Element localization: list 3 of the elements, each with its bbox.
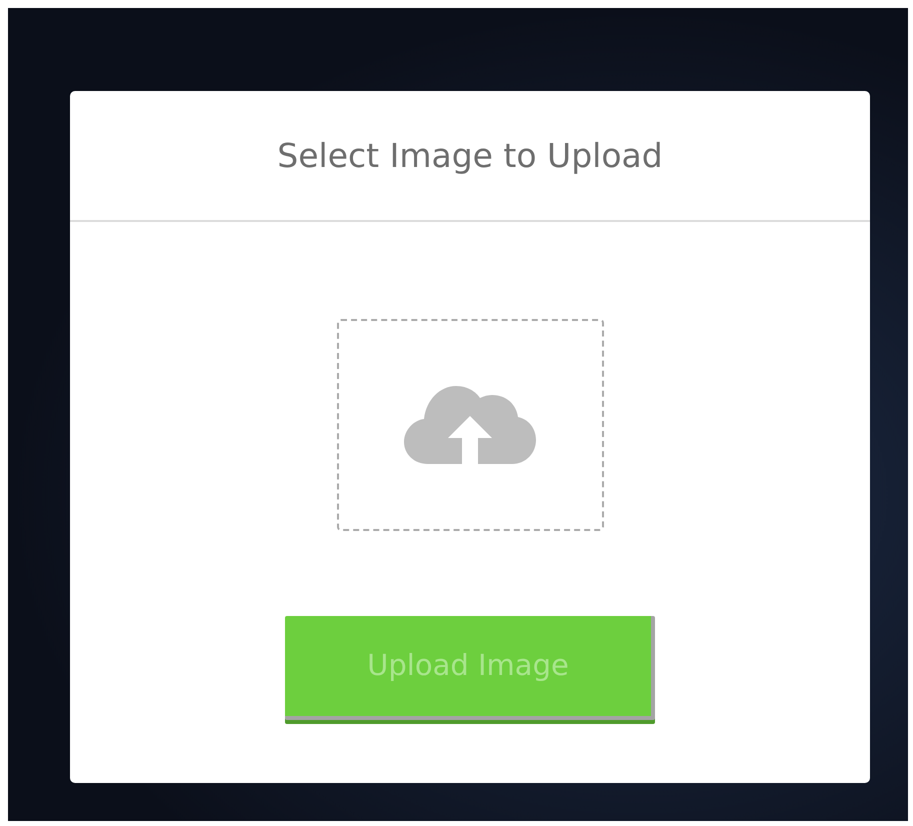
dialog-title: Select Image to Upload	[277, 134, 663, 177]
cloud-upload-icon	[404, 386, 536, 464]
drop-zone[interactable]	[336, 319, 604, 531]
